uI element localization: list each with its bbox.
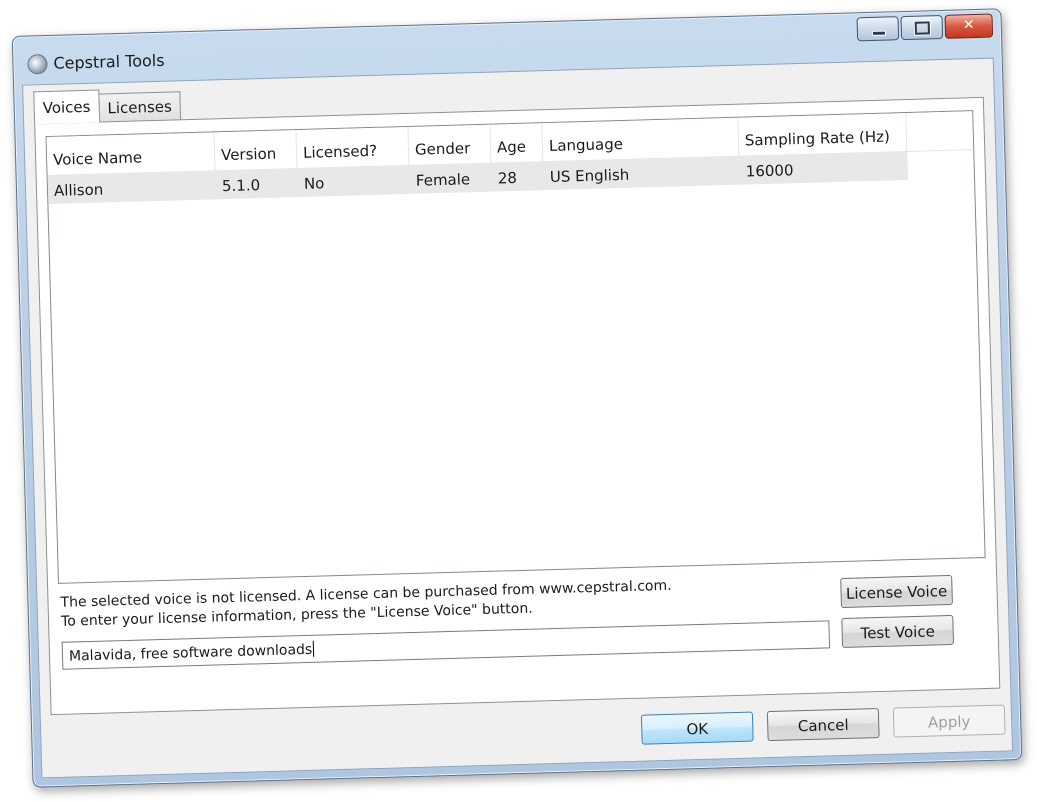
minimize-icon bbox=[871, 30, 887, 36]
ok-button[interactable]: OK bbox=[640, 711, 754, 745]
apply-button[interactable]: Apply bbox=[892, 704, 1006, 738]
screenshot-stage: Cepstral Tools ✕ Voices Licenses Voice N… bbox=[0, 0, 1037, 802]
cell-version: 5.1.0 bbox=[221, 176, 261, 196]
app-icon bbox=[27, 53, 48, 75]
cell-age: 28 bbox=[497, 168, 518, 188]
column-header-sampling-rate[interactable]: Sampling Rate (Hz) bbox=[738, 113, 908, 156]
column-header-language[interactable]: Language bbox=[542, 117, 740, 162]
tab-licenses[interactable]: Licenses bbox=[98, 91, 182, 123]
window-controls: ✕ bbox=[856, 13, 994, 42]
close-button[interactable]: ✕ bbox=[944, 13, 994, 39]
minimize-button[interactable] bbox=[856, 16, 900, 42]
window-title: Cepstral Tools bbox=[53, 50, 165, 73]
column-header-gender[interactable]: Gender bbox=[408, 124, 492, 165]
test-voice-button[interactable]: Test Voice bbox=[841, 614, 955, 649]
voice-list[interactable]: Voice Name Version Licensed? Gender Age … bbox=[45, 110, 986, 584]
cancel-button[interactable]: Cancel bbox=[766, 708, 880, 742]
dialog-client-area: Voices Licenses Voice Name Version Licen… bbox=[22, 57, 1014, 779]
cell-licensed: No bbox=[303, 174, 325, 193]
tab-strip: Voices Licenses bbox=[33, 89, 182, 125]
text-caret bbox=[312, 640, 315, 657]
license-voice-button[interactable]: License Voice bbox=[840, 574, 953, 609]
maximize-icon bbox=[914, 21, 931, 35]
voices-tab-panel: Voice Name Version Licensed? Gender Age … bbox=[34, 96, 1001, 716]
cell-gender: Female bbox=[415, 170, 471, 190]
column-header-licensed[interactable]: Licensed? bbox=[296, 126, 410, 169]
column-header-version[interactable]: Version bbox=[214, 130, 298, 171]
test-text-value: Malavida, free software downloads bbox=[68, 641, 313, 665]
cell-sampling-rate: 16000 bbox=[745, 161, 794, 181]
maximize-button[interactable] bbox=[900, 14, 944, 41]
cell-voice-name: Allison bbox=[53, 180, 104, 200]
close-icon: ✕ bbox=[962, 17, 975, 34]
cell-language: US English bbox=[549, 165, 630, 186]
column-header-age[interactable]: Age bbox=[490, 123, 544, 163]
cepstral-tools-window: Cepstral Tools ✕ Voices Licenses Voice N… bbox=[11, 8, 1023, 788]
tab-voices[interactable]: Voices bbox=[33, 89, 100, 125]
column-header-voice-name[interactable]: Voice Name bbox=[46, 132, 216, 176]
